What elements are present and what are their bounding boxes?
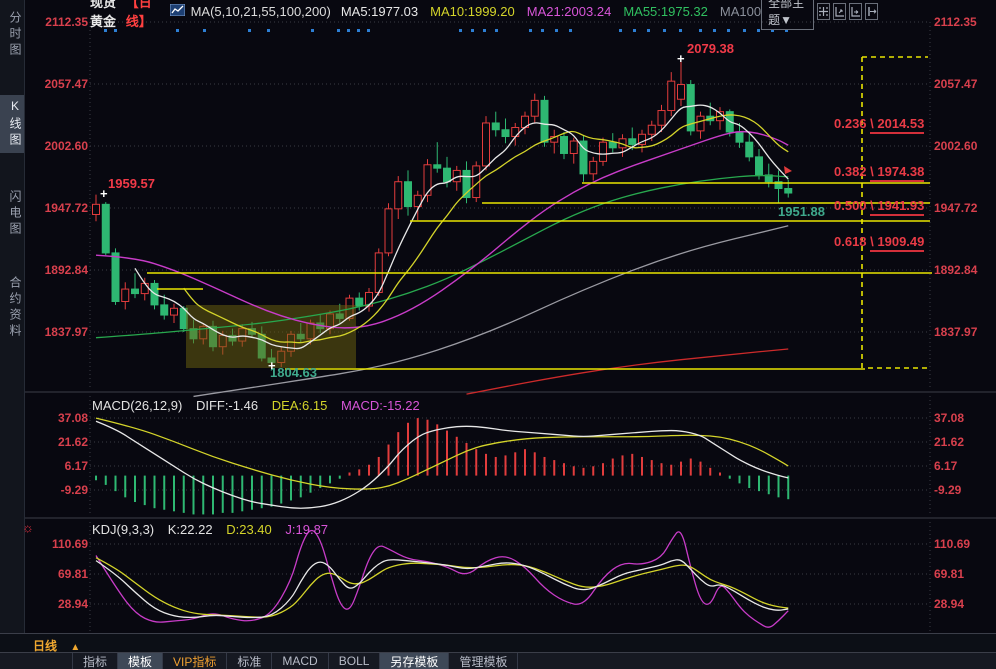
fib-price: \ 2014.53 xyxy=(870,116,924,134)
symbol-name: 现货黄金 xyxy=(90,0,124,30)
time-axis-bar: 日线 ▲ xyxy=(0,633,996,652)
ma10-value: MA10:1999.20 xyxy=(430,4,515,19)
kdj-title: KDJ(9,3,3) xyxy=(92,522,154,537)
tab-2[interactable]: VIP指标 xyxy=(163,653,227,669)
fib-ratio: 0.500 xyxy=(834,198,870,213)
macd-axis-left-2: 6.17 xyxy=(28,459,88,473)
anchor-cross-0: + xyxy=(100,187,108,201)
chart-line-icon xyxy=(170,4,185,19)
kdj-k-value: K:22.22 xyxy=(168,522,213,537)
price-axis-left-1: 2057.47 xyxy=(28,77,88,91)
price-axis-left-2: 2002.60 xyxy=(28,139,88,153)
fib-ratio: 0.618 xyxy=(834,234,870,249)
price-axis-right-0: 2112.35 xyxy=(934,15,977,29)
price-axis-right-1: 2057.47 xyxy=(934,77,977,91)
shift-right-icon[interactable] xyxy=(865,3,878,20)
fib-level-1: 0.382 \ 1974.38 xyxy=(834,165,924,179)
price-axis-right-3: 1947.72 xyxy=(934,201,977,215)
kdj-axis-left-2: 28.94 xyxy=(28,597,88,611)
indicator-settings-icon[interactable]: ☼ xyxy=(22,520,34,535)
price-annotation-1: 2079.38 xyxy=(687,42,734,56)
macd-axis-right-1: 21.62 xyxy=(934,435,964,449)
fib-level-2: 0.500 \ 1941.93 xyxy=(834,199,924,213)
macd-macd-value: MACD:-15.22 xyxy=(341,398,420,413)
price-axis-left-5: 1837.97 xyxy=(28,325,88,339)
chart-header: 现货黄金 【日线】 MA(5,10,21,55,100,200) MA5:197… xyxy=(24,0,878,22)
macd-axis-right-2: 6.17 xyxy=(934,459,957,473)
price-annotation-0: 1959.57 xyxy=(108,177,155,191)
macd-axis-right-0: 37.08 xyxy=(934,411,964,425)
anchor-cross-1: + xyxy=(677,52,685,66)
tab-6[interactable]: 另存模板 xyxy=(380,653,449,669)
ma100-value: MA100 xyxy=(720,4,761,19)
macd-axis-right-3: -9.29 xyxy=(934,483,961,497)
price-axis-right-2: 2002.60 xyxy=(934,139,977,153)
macd-axis-left-1: 21.62 xyxy=(28,435,88,449)
ma21-value: MA21:2003.24 xyxy=(527,4,612,19)
macd-axis-left-3: -9.29 xyxy=(28,483,88,497)
tab-7[interactable]: 管理模板 xyxy=(449,653,518,669)
kdj-axis-right-1: 69.81 xyxy=(934,567,964,581)
fib-price: \ 1941.93 xyxy=(870,198,924,216)
sidebar-item-2[interactable]: 闪电图 xyxy=(0,186,24,242)
fib-ratio: 0.382 xyxy=(834,164,870,179)
price-axis-right-5: 1837.97 xyxy=(934,325,977,339)
bottom-tab-bar: 指标模板VIP指标标准MACDBOLL另存模板管理模板 xyxy=(0,652,996,669)
fib-price: \ 1909.49 xyxy=(870,234,924,252)
macd-diff-value: DIFF:-1.46 xyxy=(196,398,258,413)
fib-level-0: 0.236 \ 2014.53 xyxy=(834,117,924,131)
kdj-axis-right-2: 28.94 xyxy=(934,597,964,611)
tab-0[interactable]: 指标 xyxy=(72,653,118,669)
tab-5[interactable]: BOLL xyxy=(329,653,381,669)
period-tag: 【日线】 xyxy=(126,0,160,30)
macd-dea-value: DEA:6.15 xyxy=(272,398,328,413)
kdj-axis-left-0: 110.69 xyxy=(28,537,88,551)
kdj-j-value: J:19.87 xyxy=(285,522,328,537)
theme-selector-button[interactable]: 全部主题▼ xyxy=(761,0,814,30)
price-axis-right-4: 1892.84 xyxy=(934,263,977,277)
ma-settings-label: MA(5,10,21,55,100,200) xyxy=(191,4,331,19)
ma5-value: MA5:1977.03 xyxy=(341,4,418,19)
tab-3[interactable]: 标准 xyxy=(227,653,272,669)
period-label: 日线 xyxy=(33,639,57,653)
tab-4[interactable]: MACD xyxy=(272,653,328,669)
chart-type-sidebar: 分时图 K线图闪电图合约资料 xyxy=(0,0,25,633)
fib-level-3: 0.618 \ 1909.49 xyxy=(834,235,924,249)
sidebar-item-1[interactable]: K线图 xyxy=(0,95,24,153)
price-annotation-3: 1804.63 xyxy=(270,366,317,380)
macd-indicator-header: MACD(26,12,9) DIFF:-1.46 DEA:6.15 MACD:-… xyxy=(92,398,430,413)
sidebar-item-0[interactable]: 分时图 xyxy=(0,7,24,63)
kdj-axis-left-1: 69.81 xyxy=(28,567,88,581)
fib-ratio: 0.236 xyxy=(834,116,870,131)
kdj-d-value: D:23.40 xyxy=(226,522,272,537)
sidebar-item-3[interactable]: 合约资料 xyxy=(0,272,24,344)
kdj-indicator-header: KDJ(9,3,3) K:22.22 D:23.40 J:19.87 xyxy=(92,522,338,537)
anchor-cross-2: + xyxy=(268,359,276,373)
macd-title: MACD(26,12,9) xyxy=(92,398,182,413)
fib-price: \ 1974.38 xyxy=(870,164,924,182)
chart-canvas[interactable] xyxy=(0,0,996,669)
price-axis-left-4: 1892.84 xyxy=(28,263,88,277)
price-annotation-2: 1951.88 xyxy=(778,205,825,219)
price-axis-left-3: 1947.72 xyxy=(28,201,88,215)
tab-1[interactable]: 模板 xyxy=(118,653,163,669)
kdj-axis-right-0: 110.69 xyxy=(934,537,970,551)
macd-axis-left-0: 37.08 xyxy=(28,411,88,425)
y-axis-scale-icon[interactable] xyxy=(833,3,846,20)
pan-tool-icon[interactable] xyxy=(817,3,830,20)
ma55-value: MA55:1975.32 xyxy=(623,4,708,19)
trading-app-window: 2112.352112.352057.472057.472002.602002.… xyxy=(0,0,996,669)
x-axis-scale-icon[interactable] xyxy=(849,3,862,20)
